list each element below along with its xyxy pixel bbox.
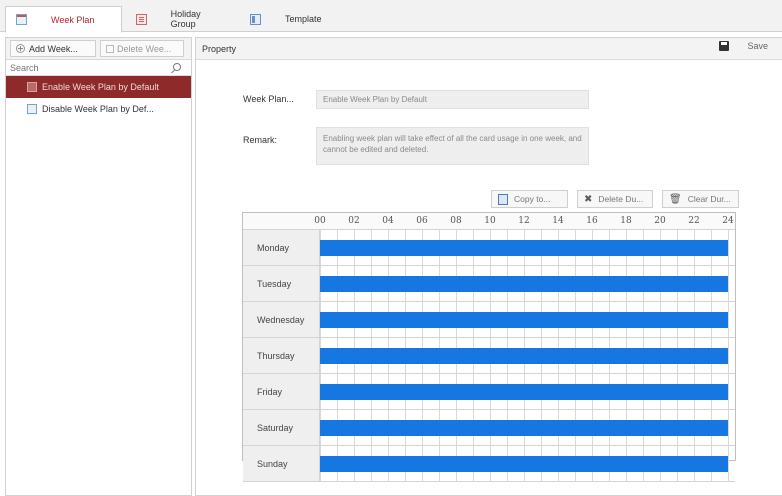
hour-tick-label: 24 (722, 216, 734, 226)
time-segment-bar[interactable] (320, 384, 728, 400)
search-bar (6, 60, 191, 76)
property-title: Property (202, 43, 237, 54)
day-row: Tuesday (243, 266, 735, 302)
day-name-label: Sunday (243, 446, 320, 481)
day-time-track[interactable] (320, 266, 735, 301)
save-icon (719, 41, 730, 51)
time-segment-bar[interactable] (320, 420, 728, 436)
day-time-track[interactable] (320, 374, 735, 409)
week-plan-name-label: Week Plan... (243, 94, 294, 104)
tab-week-plan[interactable]: Week Plan (5, 6, 122, 33)
copy-to-label: Copy to... (514, 194, 551, 204)
day-name-label: Thursday (243, 338, 320, 373)
day-name-label: Wednesday (243, 302, 320, 337)
hour-tick-label: 22 (688, 216, 700, 226)
hour-tick-label: 10 (484, 216, 496, 226)
property-header: Property Save (196, 38, 782, 60)
copy-to-button[interactable]: Copy to... (491, 190, 568, 208)
tab-label: Week Plan (51, 14, 95, 25)
tab-label: Holiday Group (170, 9, 201, 29)
tab-holiday-group[interactable]: Holiday Group (126, 6, 236, 32)
hour-tick-label: 00 (314, 216, 326, 226)
week-plan-list: Enable Week Plan by Default Disable Week … (6, 76, 191, 120)
plan-calendar-icon (27, 82, 37, 92)
hour-tick-label: 08 (450, 216, 462, 226)
day-time-track[interactable] (320, 446, 735, 481)
add-week-label: Add Week... (29, 43, 78, 54)
day-row: Sunday (243, 446, 735, 482)
plan-list-item[interactable]: Disable Week Plan by Def... (6, 98, 191, 120)
time-segment-bar[interactable] (320, 312, 728, 328)
add-icon (16, 44, 25, 53)
day-name-label: Friday (243, 374, 320, 409)
remark-field[interactable]: Enabling week plan will take effect of a… (316, 127, 589, 165)
hour-tick-label: 16 (586, 216, 598, 226)
plan-label: Disable Week Plan by Def... (42, 104, 154, 114)
time-segment-bar[interactable] (320, 348, 728, 364)
hour-tick-label: 04 (382, 216, 394, 226)
time-segment-bar[interactable] (320, 240, 728, 256)
save-label: Save (747, 41, 768, 51)
day-name-label: Monday (243, 230, 320, 265)
day-time-track[interactable] (320, 338, 735, 373)
week-plan-list-panel: Add Week... Delete Wee... Enable Week Pl… (5, 37, 192, 496)
time-segment-bar[interactable] (320, 276, 728, 292)
plan-calendar-icon (27, 104, 37, 114)
hour-tick-label: 20 (654, 216, 666, 226)
search-icon[interactable] (173, 63, 181, 71)
week-plan-name-field[interactable]: Enable Week Plan by Default (316, 90, 589, 109)
schedule-grid: 00 02 04 06 08 10 12 14 16 18 20 22 24 Monday Tuesday… (242, 212, 736, 482)
hour-tick-label: 14 (552, 216, 564, 226)
hour-tick-label: 06 (416, 216, 428, 226)
calendar-icon (16, 14, 27, 25)
day-row: Saturday (243, 410, 735, 446)
delete-icon (106, 44, 114, 53)
tab-label: Template (285, 14, 322, 24)
delete-duration-button[interactable]: ✖ Delete Du... (577, 190, 653, 208)
day-name-label: Tuesday (243, 266, 320, 301)
hour-tick-label: 02 (348, 216, 360, 226)
delete-duration-label: Delete Du... (598, 194, 644, 204)
day-row: Thursday (243, 338, 735, 374)
hour-header: 00 02 04 06 08 10 12 14 16 18 20 22 24 (243, 213, 735, 230)
template-icon (250, 13, 261, 25)
holiday-book-icon (136, 13, 147, 25)
tab-template[interactable]: Template (240, 6, 340, 32)
trash-icon: 🗑 (669, 193, 682, 205)
top-tab-bar: Week Plan Holiday Group Template (0, 0, 782, 33)
remark-label: Remark: (243, 135, 278, 145)
delete-week-label: Delete Wee... (117, 43, 172, 54)
save-button[interactable]: Save (719, 41, 768, 51)
clear-duration-button[interactable]: 🗑 Clear Dur... (662, 190, 739, 208)
copy-icon (498, 193, 508, 205)
day-time-track[interactable] (320, 302, 735, 337)
plan-list-item[interactable]: Enable Week Plan by Default (6, 76, 191, 98)
day-time-track[interactable] (320, 230, 735, 265)
property-panel: Property Save Week Plan... Enable Week P… (195, 37, 782, 496)
day-row: Friday (243, 374, 735, 410)
day-name-label: Saturday (243, 410, 320, 445)
plan-label: Enable Week Plan by Default (42, 82, 159, 92)
day-row: Wednesday (243, 302, 735, 338)
add-week-plan-button[interactable]: Add Week... (10, 40, 96, 57)
delete-x-icon: ✖ (584, 193, 593, 205)
day-time-track[interactable] (320, 410, 735, 445)
clear-duration-label: Clear Dur... (687, 194, 731, 204)
hour-tick-label: 12 (518, 216, 530, 226)
day-row: Monday (243, 230, 735, 266)
delete-week-plan-button[interactable]: Delete Wee... (100, 40, 184, 57)
time-segment-bar[interactable] (320, 456, 728, 472)
left-toolbar: Add Week... Delete Wee... (6, 38, 191, 60)
hour-tick-label: 18 (620, 216, 632, 226)
search-input[interactable] (10, 62, 170, 73)
